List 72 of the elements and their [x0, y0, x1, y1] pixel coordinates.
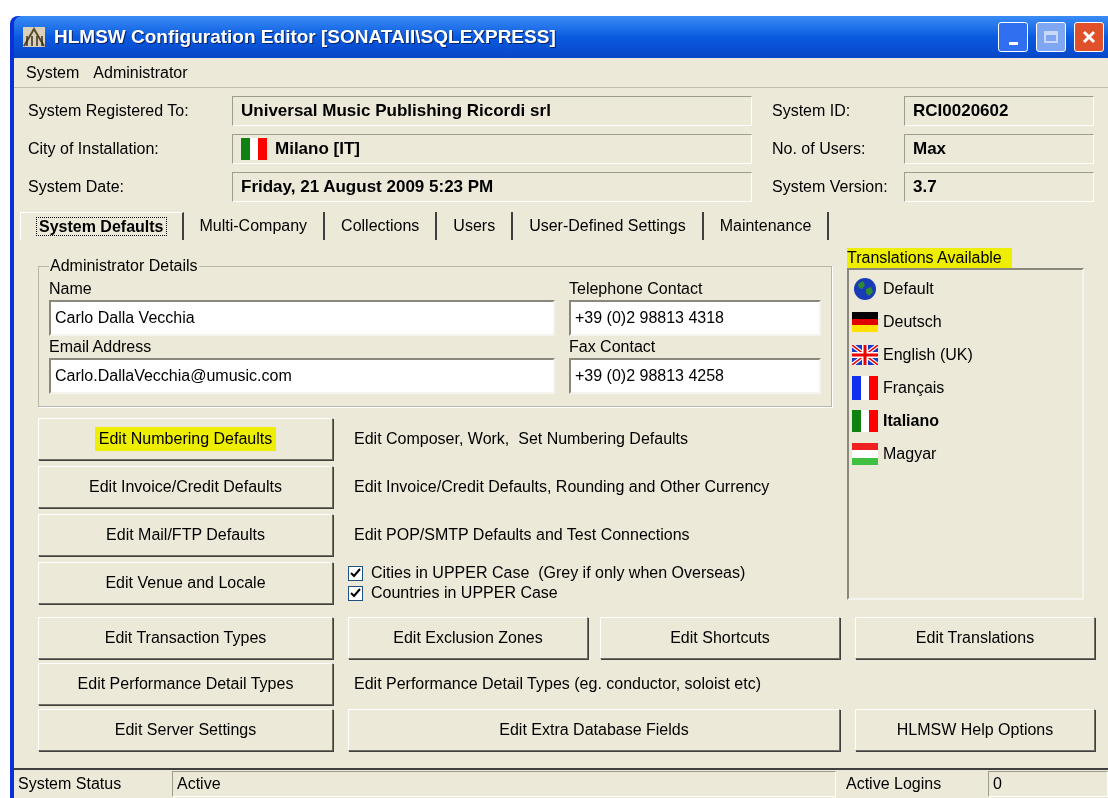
action-button[interactable]: Edit Numbering Defaults [38, 418, 333, 460]
action-button[interactable]: Edit Server Settings [38, 709, 333, 751]
action-button[interactable]: Edit Extra Database Fields [348, 709, 840, 751]
status-label: System Status [18, 774, 123, 794]
close-icon [1081, 29, 1097, 45]
action-button[interactable]: Edit Venue and Locale [38, 562, 333, 604]
translation-item[interactable]: Italiano [851, 404, 1082, 437]
action-button[interactable]: Edit Translations [855, 617, 1095, 659]
info-value: Milano [IT] [232, 134, 752, 164]
checkbox[interactable] [348, 565, 363, 581]
description-text: Edit Invoice/Credit Defaults, Rounding and Other Currency [353, 477, 771, 497]
action-button[interactable]: Edit Mail/FTP Defaults [38, 514, 333, 556]
menu-item[interactable]: System [26, 60, 80, 85]
field-label: Name [49, 279, 93, 299]
translation-item[interactable]: Français [851, 371, 1082, 404]
translation-item[interactable]: Deutsch [851, 305, 1082, 338]
italian-flag-icon [241, 138, 267, 160]
checkbox-label: Cities in UPPER Case (Grey if only when Overseas) [371, 563, 746, 583]
window-title: HLMSW Configuration Editor [SONATAII\SQLEXPRESS] [54, 24, 556, 49]
field-label: Fax Contact [569, 337, 657, 357]
status-field: Active [172, 771, 836, 797]
text-field[interactable]: Carlo.DallaVecchia@umusic.com [49, 358, 555, 394]
description-text: Edit Performance Detail Types (eg. conductor, soloist etc) [353, 674, 762, 694]
info-label: System Registered To: [28, 101, 190, 121]
checkbox[interactable] [348, 585, 363, 601]
field-label: Telephone Contact [569, 279, 704, 299]
text-field[interactable]: +39 (0)2 98813 4318 [569, 300, 821, 336]
description-text: Edit POP/SMTP Defaults and Test Connections [353, 525, 691, 545]
checkbox-label: Countries in UPPER Case [371, 583, 558, 603]
french-flag-icon [852, 375, 878, 400]
menu-item[interactable]: Administrator [93, 60, 188, 85]
action-button[interactable]: HLMSW Help Options [855, 709, 1095, 751]
tab[interactable]: Users [437, 212, 514, 240]
close-button[interactable] [1074, 22, 1104, 52]
status-field: 0 [988, 771, 1108, 797]
text-field[interactable]: +39 (0)2 98813 4258 [569, 358, 821, 394]
info-value: Max [904, 134, 1094, 164]
action-button[interactable]: Edit Invoice/Credit Defaults [38, 466, 333, 508]
german-flag-icon [852, 311, 878, 332]
description-text: Edit Composer, Work, Set Numbering Defaults [353, 429, 690, 449]
translation-item[interactable]: English (UK) [851, 338, 1082, 371]
building-icon [22, 26, 46, 48]
tab[interactable]: Collections [325, 212, 438, 240]
hungarian-flag-icon [852, 442, 878, 465]
info-label: City of Installation: [28, 139, 160, 159]
tab[interactable]: Maintenance [703, 212, 830, 240]
info-label: System Date: [28, 177, 126, 197]
info-value: Universal Music Publishing Ricordi srl [232, 96, 752, 126]
info-label: No. of Users: [772, 139, 867, 159]
minimize-button[interactable] [998, 22, 1028, 52]
action-button[interactable]: Edit Exclusion Zones [348, 617, 588, 659]
group-title: Administrator Details [49, 256, 199, 276]
action-button[interactable]: Edit Transaction Types [38, 617, 333, 659]
tab[interactable]: User-Defined Settings [513, 212, 704, 240]
field-label: Email Address [49, 337, 153, 357]
translation-item[interactable]: Default [851, 272, 1082, 305]
info-value: RCI0020602 [904, 96, 1094, 126]
info-label: System Version: [772, 177, 889, 197]
info-value: Friday, 21 August 2009 5:23 PM [232, 172, 752, 202]
info-value: 3.7 [904, 172, 1094, 202]
uk-flag-icon [852, 344, 878, 365]
globe-icon [853, 276, 877, 301]
info-label: System ID: [772, 101, 852, 121]
tab[interactable]: Multi-Company [183, 212, 326, 240]
tab[interactable]: System Defaults [20, 212, 184, 240]
translation-item[interactable]: Magyar [851, 437, 1082, 470]
italian-flag-icon [852, 409, 878, 432]
text-field[interactable]: Carlo Dalla Vecchia [49, 300, 555, 336]
action-button[interactable]: Edit Shortcuts [600, 617, 840, 659]
translations-label: Translations Available [847, 248, 1012, 268]
action-button[interactable]: Edit Performance Detail Types [38, 663, 333, 705]
status-label: Active Logins [845, 774, 943, 794]
